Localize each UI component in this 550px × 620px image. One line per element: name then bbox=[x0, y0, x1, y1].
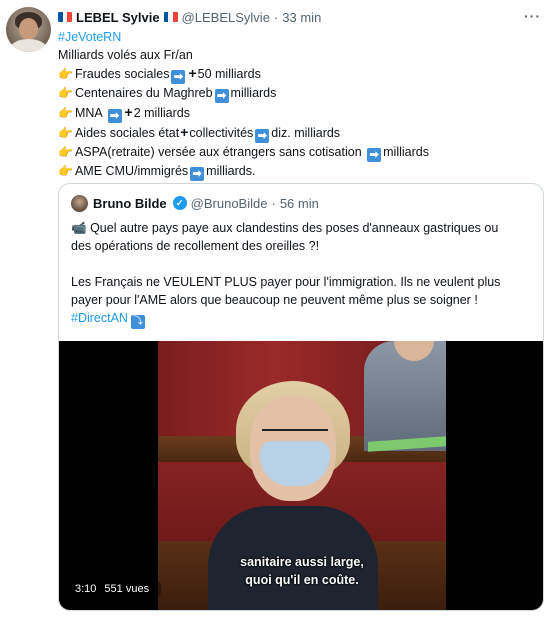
tweet-line: 👉 Aides sociales état+collectivités ➡ diz. … bbox=[58, 123, 538, 143]
tweet-line: Milliards volés aux Fr/an bbox=[58, 46, 538, 64]
quoted-line: 📹 Quel autre pays paye aux clandestins d… bbox=[71, 219, 539, 237]
tweet-text-segment: MNA bbox=[74, 106, 106, 120]
tweet-line: 👉 ASPA(retraite) versée aux étrangers san… bbox=[58, 143, 538, 162]
quoted-line: #DirectAN ⤵ bbox=[71, 309, 539, 329]
tweet-text-segment: ASPA(retraite) versée aux étrangers sans… bbox=[74, 145, 366, 159]
verified-badge-icon: ✓ bbox=[172, 196, 187, 210]
pointing-hand-icon: 👉 bbox=[58, 106, 73, 120]
tweet-text-segment: milliards bbox=[230, 86, 277, 100]
tweet-text-segment: collectivités bbox=[189, 126, 254, 140]
tweet-text-segment: Fraudes sociales bbox=[74, 67, 170, 81]
subtitle-line-1: sanitaire aussi large, bbox=[240, 555, 364, 569]
hashtag-line: #JeVoteRN bbox=[58, 28, 538, 46]
france-flag-icon bbox=[58, 12, 72, 22]
quoted-tweet[interactable]: Bruno Bilde ✓ @BrunoBilde · 56 min 📹 Que… bbox=[58, 183, 544, 611]
quoted-line-text: Quel autre pays paye aux clandestins des… bbox=[90, 221, 499, 235]
author-handle[interactable]: @LEBELSylvie bbox=[182, 10, 270, 25]
tweet-text-segment: milliards bbox=[383, 145, 429, 159]
pointing-hand-icon: 👉 bbox=[58, 164, 73, 178]
quoted-author-name[interactable]: Bruno Bilde bbox=[93, 196, 167, 211]
quoted-tweet-header: Bruno Bilde ✓ @BrunoBilde · 56 min bbox=[71, 194, 319, 212]
tweet-text-segment: Milliards volés aux Fr/an bbox=[58, 48, 193, 62]
hashtag-link[interactable]: #DirectAN bbox=[71, 311, 128, 325]
pointing-hand-icon: 👉 bbox=[58, 86, 73, 100]
tweet-header: LEBEL Sylvie @LEBELSylvie · 33 min bbox=[58, 8, 321, 26]
quoted-avatar[interactable] bbox=[71, 194, 88, 212]
avatar-face bbox=[19, 18, 38, 40]
tweet-line: 👉 AME CMU/immigrés ➡ milliards. bbox=[58, 162, 538, 181]
france-flag-icon bbox=[163, 12, 178, 22]
tweet-text-segment: diz. milliards bbox=[271, 126, 341, 140]
tweet-line: 👉 Centenaires du Maghreb ➡ milliards bbox=[58, 84, 538, 103]
tweet-text-segment: milliards. bbox=[206, 164, 256, 178]
quoted-line: payer pour l'AME alors que beaucoup ne p… bbox=[71, 293, 478, 307]
tweet-text-segment: 50 milliards bbox=[197, 67, 261, 81]
avatar-shoulders bbox=[10, 39, 47, 52]
right-arrow-icon: ➡ bbox=[367, 148, 382, 162]
plus-icon: + bbox=[180, 124, 189, 140]
video-player[interactable]: sanitaire aussi large, quoi qu'il en coû… bbox=[59, 341, 543, 610]
quoted-timestamp[interactable]: 56 min bbox=[280, 196, 319, 211]
pointing-hand-icon: 👉 bbox=[58, 145, 73, 159]
tweet-text: #JeVoteRN Milliards volés aux Fr/an 👉 Fraud… bbox=[58, 28, 538, 181]
tweet-text-segment: Centenaires du Maghreb bbox=[74, 86, 213, 100]
plus-icon: + bbox=[124, 104, 133, 120]
video-meta: 3:10 551 vues bbox=[71, 581, 162, 597]
quoted-author-handle[interactable]: @BrunoBilde bbox=[191, 196, 268, 211]
tweet: LEBEL Sylvie @LEBELSylvie · 33 min ··· #… bbox=[0, 0, 550, 620]
tweet-line: 👉 MNA ➡ +2 milliards bbox=[58, 103, 538, 123]
right-arrow-icon: ➡ bbox=[214, 89, 229, 103]
tweet-text-segment: AME CMU/immigrés bbox=[74, 164, 189, 178]
speaker-glasses bbox=[262, 429, 328, 441]
right-arrow-icon: ➡ bbox=[190, 167, 205, 181]
quoted-line: des opérations de recollement des oreill… bbox=[71, 239, 320, 253]
right-arrow-icon: ➡ bbox=[171, 70, 186, 84]
avatar[interactable] bbox=[6, 7, 51, 52]
video-camera-icon: 📹 bbox=[71, 221, 87, 235]
quoted-tweet-text: 📹 Quel autre pays paye aux clandestins d… bbox=[71, 219, 539, 329]
pointing-hand-icon: 👉 bbox=[58, 126, 73, 140]
author-name[interactable]: LEBEL Sylvie bbox=[76, 10, 160, 25]
pointing-hand-icon: 👉 bbox=[58, 67, 73, 81]
separator-dot: · bbox=[273, 9, 279, 25]
video-duration: 3:10 bbox=[75, 583, 97, 595]
more-options-icon[interactable]: ··· bbox=[524, 8, 541, 24]
video-views: 551 vues bbox=[104, 583, 150, 595]
tweet-text-segment: 2 milliards bbox=[133, 106, 190, 120]
quoted-line: Les Français ne VEULENT PLUS payer pour … bbox=[71, 275, 501, 289]
tweet-timestamp[interactable]: 33 min bbox=[282, 10, 321, 25]
hashtag-link[interactable]: #JeVoteRN bbox=[58, 30, 121, 44]
right-arrow-icon: ➡ bbox=[255, 129, 270, 143]
tweet-text-segment: Aides sociales état bbox=[74, 126, 180, 140]
separator-dot: · bbox=[271, 195, 276, 211]
tweet-line: 👉 Fraudes sociales ➡ +50 milliards bbox=[58, 64, 538, 84]
right-arrow-icon: ➡ bbox=[107, 109, 122, 123]
arrow-down-icon: ⤵ bbox=[130, 315, 145, 329]
plus-icon: + bbox=[188, 65, 197, 81]
